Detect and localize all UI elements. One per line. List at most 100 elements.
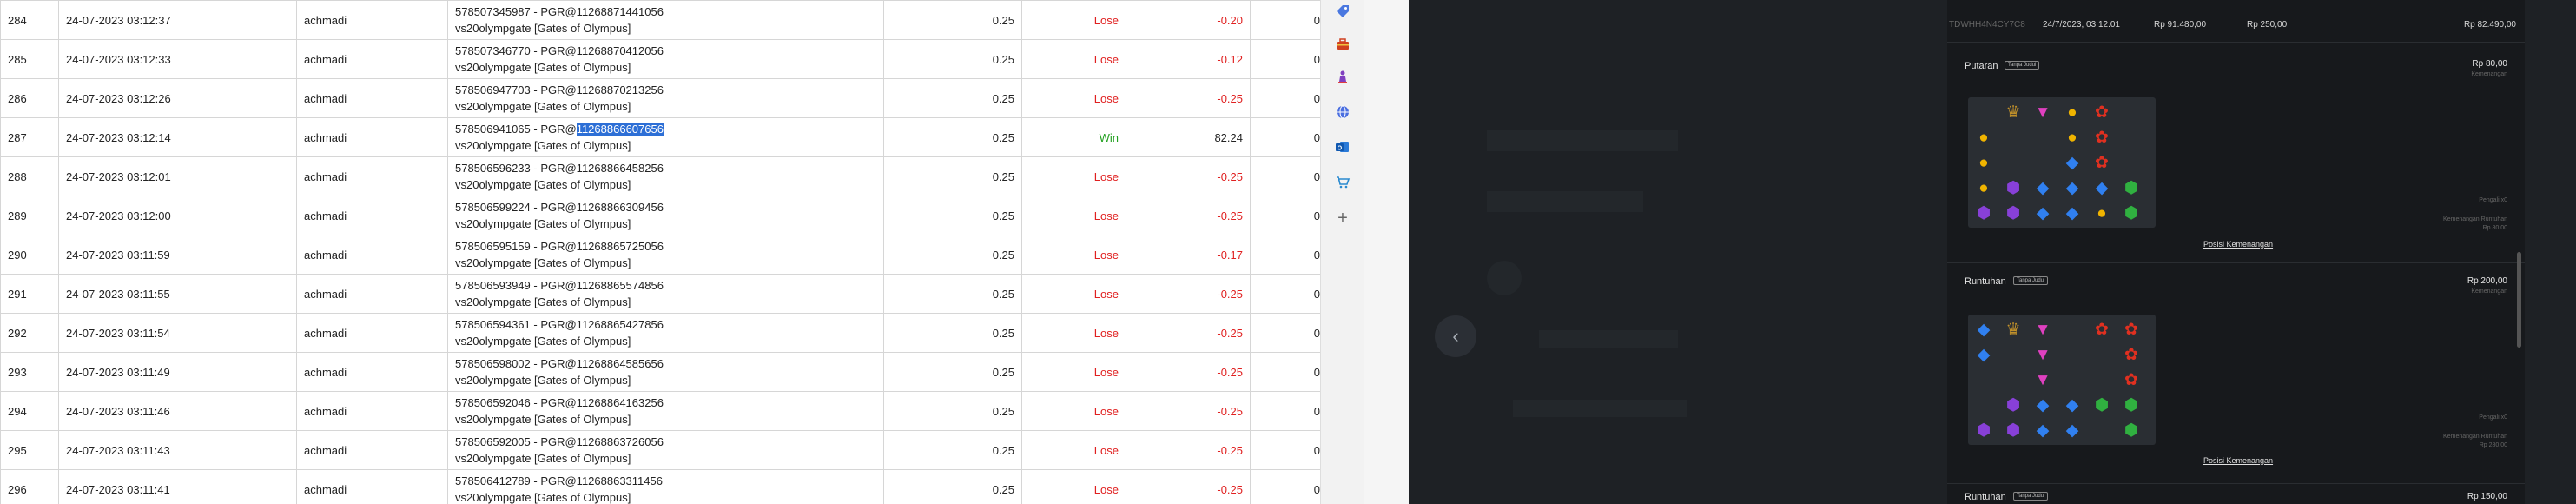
row-number: 294 — [0, 391, 59, 431]
row-transaction: 578506947703 - PGR@11268870213256 vs20oly… — [447, 78, 884, 118]
row-bet: 0.25 — [883, 313, 1022, 353]
gem-icon: ◆ — [2065, 154, 2079, 172]
row-date: 24-07-2023 03:12:26 — [58, 78, 297, 118]
globe-icon[interactable] — [1331, 101, 1354, 123]
row-result: Lose — [1021, 0, 1126, 40]
table-row[interactable]: 286 24-07-2023 03:12:26 achmadi 57850694770… — [0, 78, 1320, 118]
round-summary-row: TDWHH4N4CY7C8 24/7/2023, 03.12.01 Rp 91.… — [1947, 13, 2525, 39]
row-result: Lose — [1021, 235, 1126, 275]
round-date: 24/7/2023, 03.12.01 — [2043, 20, 2120, 30]
round-total: Rp 82.490,00 — [2463, 20, 2516, 30]
row-amount: 82.24 — [1126, 117, 1251, 157]
row-result: Lose — [1021, 196, 1126, 235]
table-row[interactable]: 288 24-07-2023 03:12:01 achmadi 57850659623… — [0, 156, 1320, 196]
table-row[interactable]: 294 24-07-2023 03:11:46 achmadi 57850659204… — [0, 391, 1320, 431]
row-amount: -0.25 — [1126, 313, 1251, 353]
gem-icon: ⬢ — [2094, 396, 2110, 414]
tumble-section: Runtuhan Tanpa Judul Rp 150,00 — [1947, 490, 2525, 504]
row-date: 24-07-2023 03:12:14 — [58, 117, 297, 157]
row-amount: -0.12 — [1126, 39, 1251, 79]
row-bet: 0.25 — [883, 391, 1022, 431]
toolbox-icon[interactable] — [1331, 33, 1354, 56]
row-balance: 0.00 — [1250, 352, 1320, 392]
selected-text[interactable]: 11268866607656 — [576, 123, 664, 136]
background-placeholder — [1487, 130, 1678, 151]
win-position-link[interactable]: Posisi Kemenangan — [2203, 456, 2273, 465]
gem-icon: ● — [2097, 204, 2107, 222]
row-number: 287 — [0, 117, 59, 157]
row-bet: 0.25 — [883, 274, 1022, 314]
table-row[interactable]: 290 24-07-2023 03:11:59 achmadi 57850659515… — [0, 235, 1320, 275]
row-transaction: 578506596233 - PGR@11268866458256 vs20oly… — [447, 156, 884, 196]
gem-icon: ◆ — [1977, 346, 1991, 364]
row-amount: -0.20 — [1126, 0, 1251, 40]
win-position-link[interactable]: Posisi Kemenangan — [2203, 240, 2273, 249]
row-balance: 0.00 — [1250, 39, 1320, 79]
game-name: vs20olympgate [Gates of Olympus] — [455, 178, 631, 191]
row-transaction: 578506594361 - PGR@11268865427856 vs20oly… — [447, 313, 884, 353]
round-id: TDWHH4N4CY7C8 — [1949, 20, 2025, 30]
table-row[interactable]: 289 24-07-2023 03:12:00 achmadi 57850659922… — [0, 196, 1320, 235]
gem-icon: ⬢ — [2124, 204, 2139, 222]
row-user: achmadi — [296, 391, 448, 431]
gem-icon: ◆ — [2036, 396, 2050, 414]
tx-id: 578506598002 - PGR@11268864585656 — [455, 357, 664, 370]
chess-piece-icon[interactable] — [1331, 66, 1354, 89]
row-number: 288 — [0, 156, 59, 196]
section-amount: Rp 150,00 — [2467, 492, 2507, 501]
row-balance: 0.00 — [1250, 156, 1320, 196]
row-transaction: 578506599224 - PGR@11268866309456 vs20oly… — [447, 196, 884, 235]
gem-icon: ⬢ — [2124, 179, 2139, 197]
gem-icon: ⬢ — [2005, 421, 2021, 440]
table-row[interactable]: 287 24-07-2023 03:12:14 achmadi 57850694106… — [0, 117, 1320, 157]
table-row[interactable]: 296 24-07-2023 03:11:41 achmadi 57850641278… — [0, 469, 1320, 504]
row-result: Lose — [1021, 274, 1126, 314]
gem-icon: ✿ — [2124, 346, 2138, 364]
gem-icon: ◆ — [2065, 421, 2079, 440]
row-number: 291 — [0, 274, 59, 314]
section-tag: Tanpa Judul — [2013, 492, 2049, 501]
plus-icon[interactable]: + — [1331, 207, 1354, 229]
divider — [1947, 483, 2525, 484]
symbol-grid: ◆ ♛ ▼ ✿ ✿ ◆ ▼ ✿ ▼ ✿ ⬢ ◆ ◆ ⬢ ⬢ ⬢ ⬢ ◆ ◆ ⬢ — [1968, 315, 2156, 445]
row-result: Lose — [1021, 156, 1126, 196]
tumble-win-label: Kemenangan Runtuhan — [2443, 434, 2507, 440]
row-transaction: 578506412789 - PGR@11268863311456 vs20oly… — [447, 469, 884, 504]
row-user: achmadi — [296, 0, 448, 40]
row-user: achmadi — [296, 430, 448, 470]
back-arrow-button[interactable]: ‹ — [1435, 315, 1476, 357]
row-user: achmadi — [296, 274, 448, 314]
row-number: 289 — [0, 196, 59, 235]
gem-icon: ◆ — [2065, 204, 2079, 222]
row-amount: -0.25 — [1126, 156, 1251, 196]
svg-text:O: O — [1338, 146, 1343, 152]
tx-id: 578506595159 - PGR@11268865725056 — [455, 240, 664, 253]
row-result: Lose — [1021, 39, 1126, 79]
tumble-win-value: Rp 280,00 — [2479, 442, 2507, 448]
row-user: achmadi — [296, 117, 448, 157]
row-amount: -0.25 — [1126, 274, 1251, 314]
cart-icon[interactable] — [1331, 170, 1354, 193]
tag-icon[interactable] — [1331, 0, 1354, 23]
table-row[interactable]: 292 24-07-2023 03:11:54 achmadi 57850659436… — [0, 313, 1320, 353]
table-row[interactable]: 285 24-07-2023 03:12:33 achmadi 57850734677… — [0, 39, 1320, 79]
table-row[interactable]: 291 24-07-2023 03:11:55 achmadi 57850659394… — [0, 274, 1320, 314]
row-bet: 0.25 — [883, 117, 1022, 157]
row-bet: 0.25 — [883, 469, 1022, 504]
results-table-body: 284 24-07-2023 03:12:37 achmadi 57850734598… — [0, 0, 1320, 504]
row-result: Lose — [1021, 430, 1126, 470]
row-user: achmadi — [296, 469, 448, 504]
row-date: 24-07-2023 03:11:59 — [58, 235, 297, 275]
outlook-icon[interactable]: O — [1331, 136, 1354, 158]
row-amount: -0.17 — [1126, 235, 1251, 275]
gem-icon: ◆ — [2036, 179, 2050, 197]
row-balance: 0.00 — [1250, 313, 1320, 353]
row-date: 24-07-2023 03:12:33 — [58, 39, 297, 79]
gem-icon: ✿ — [2124, 371, 2138, 389]
background-placeholder — [1539, 330, 1678, 348]
scrollbar-thumb[interactable] — [2517, 252, 2521, 348]
table-row[interactable]: 293 24-07-2023 03:11:49 achmadi 57850659800… — [0, 352, 1320, 392]
row-number: 285 — [0, 39, 59, 79]
table-row[interactable]: 284 24-07-2023 03:12:37 achmadi 57850734598… — [0, 0, 1320, 40]
table-row[interactable]: 295 24-07-2023 03:11:43 achmadi 57850659200… — [0, 430, 1320, 470]
